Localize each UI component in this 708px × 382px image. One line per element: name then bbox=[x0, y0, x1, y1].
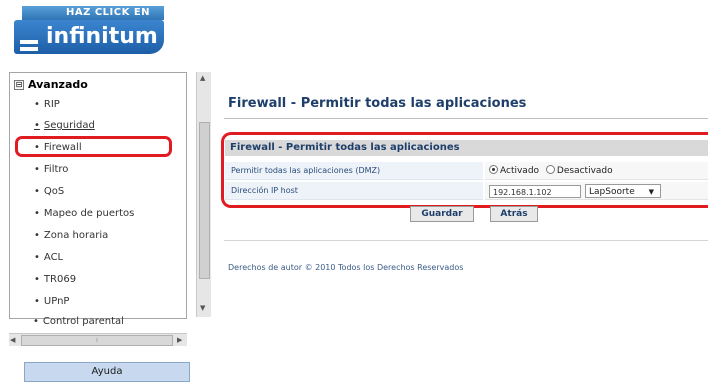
sidebar-item-seguridad[interactable]: • Seguridad bbox=[34, 120, 95, 131]
sidebar-item-upnp[interactable]: • UPnP bbox=[34, 296, 69, 307]
content-divider bbox=[224, 240, 708, 241]
scroll-thumb[interactable] bbox=[199, 122, 210, 279]
sidebar-item-control-parental[interactable]: • Control parental bbox=[33, 316, 124, 327]
copyright-footer: Derechos de autor © 2010 Todos los Derec… bbox=[228, 263, 464, 272]
back-button[interactable]: Atrás bbox=[490, 206, 538, 222]
page-title: Firewall - Permitir todas las aplicacion… bbox=[228, 96, 527, 111]
sidebar-vertical-scrollbar[interactable]: ▲ ▼ bbox=[196, 72, 211, 317]
tree-root-avanzado[interactable]: ⊟ Avanzado bbox=[14, 78, 88, 91]
scroll-right-icon[interactable]: ▶ bbox=[177, 334, 182, 346]
tree-root-label: Avanzado bbox=[28, 78, 88, 91]
logo-tagline: HAZ CLICK EN bbox=[66, 7, 151, 18]
sidebar-item-filtro[interactable]: • Filtro bbox=[34, 164, 68, 175]
logo-bars-icon bbox=[20, 40, 38, 62]
scroll-down-icon[interactable]: ▼ bbox=[200, 304, 205, 312]
sidebar-item-acl[interactable]: • ACL bbox=[34, 252, 63, 263]
infinitum-logo: HAZ CLICK EN infinitum bbox=[14, 6, 164, 58]
sidebar-tree: ⊟ Avanzado • RIP • Seguridad • Firewall • Fil… bbox=[9, 72, 187, 319]
panel-highlight-outline bbox=[221, 132, 708, 208]
sidebar-horizontal-scrollbar[interactable]: ◀ ⁞ ▶ bbox=[9, 333, 187, 346]
firewall-highlight-outline bbox=[15, 136, 172, 157]
horizontal-scroll-thumb[interactable]: ⁞ bbox=[21, 335, 173, 346]
sidebar-item-rip[interactable]: • RIP bbox=[34, 99, 60, 110]
collapse-icon[interactable]: ⊟ bbox=[14, 80, 24, 90]
sidebar-item-mapeo-de-puertos[interactable]: • Mapeo de puertos bbox=[34, 208, 134, 219]
sidebar-item-zona-horaria[interactable]: • Zona horaria bbox=[34, 230, 108, 241]
scroll-up-icon[interactable]: ▲ bbox=[200, 74, 205, 82]
sidebar-item-qos[interactable]: • QoS bbox=[34, 186, 64, 197]
help-button[interactable]: Ayuda bbox=[24, 362, 190, 382]
title-divider bbox=[224, 118, 708, 119]
sidebar-item-tr069[interactable]: • TR069 bbox=[34, 274, 76, 285]
save-button[interactable]: Guardar bbox=[410, 206, 474, 222]
scroll-left-icon[interactable]: ◀ bbox=[10, 334, 15, 346]
